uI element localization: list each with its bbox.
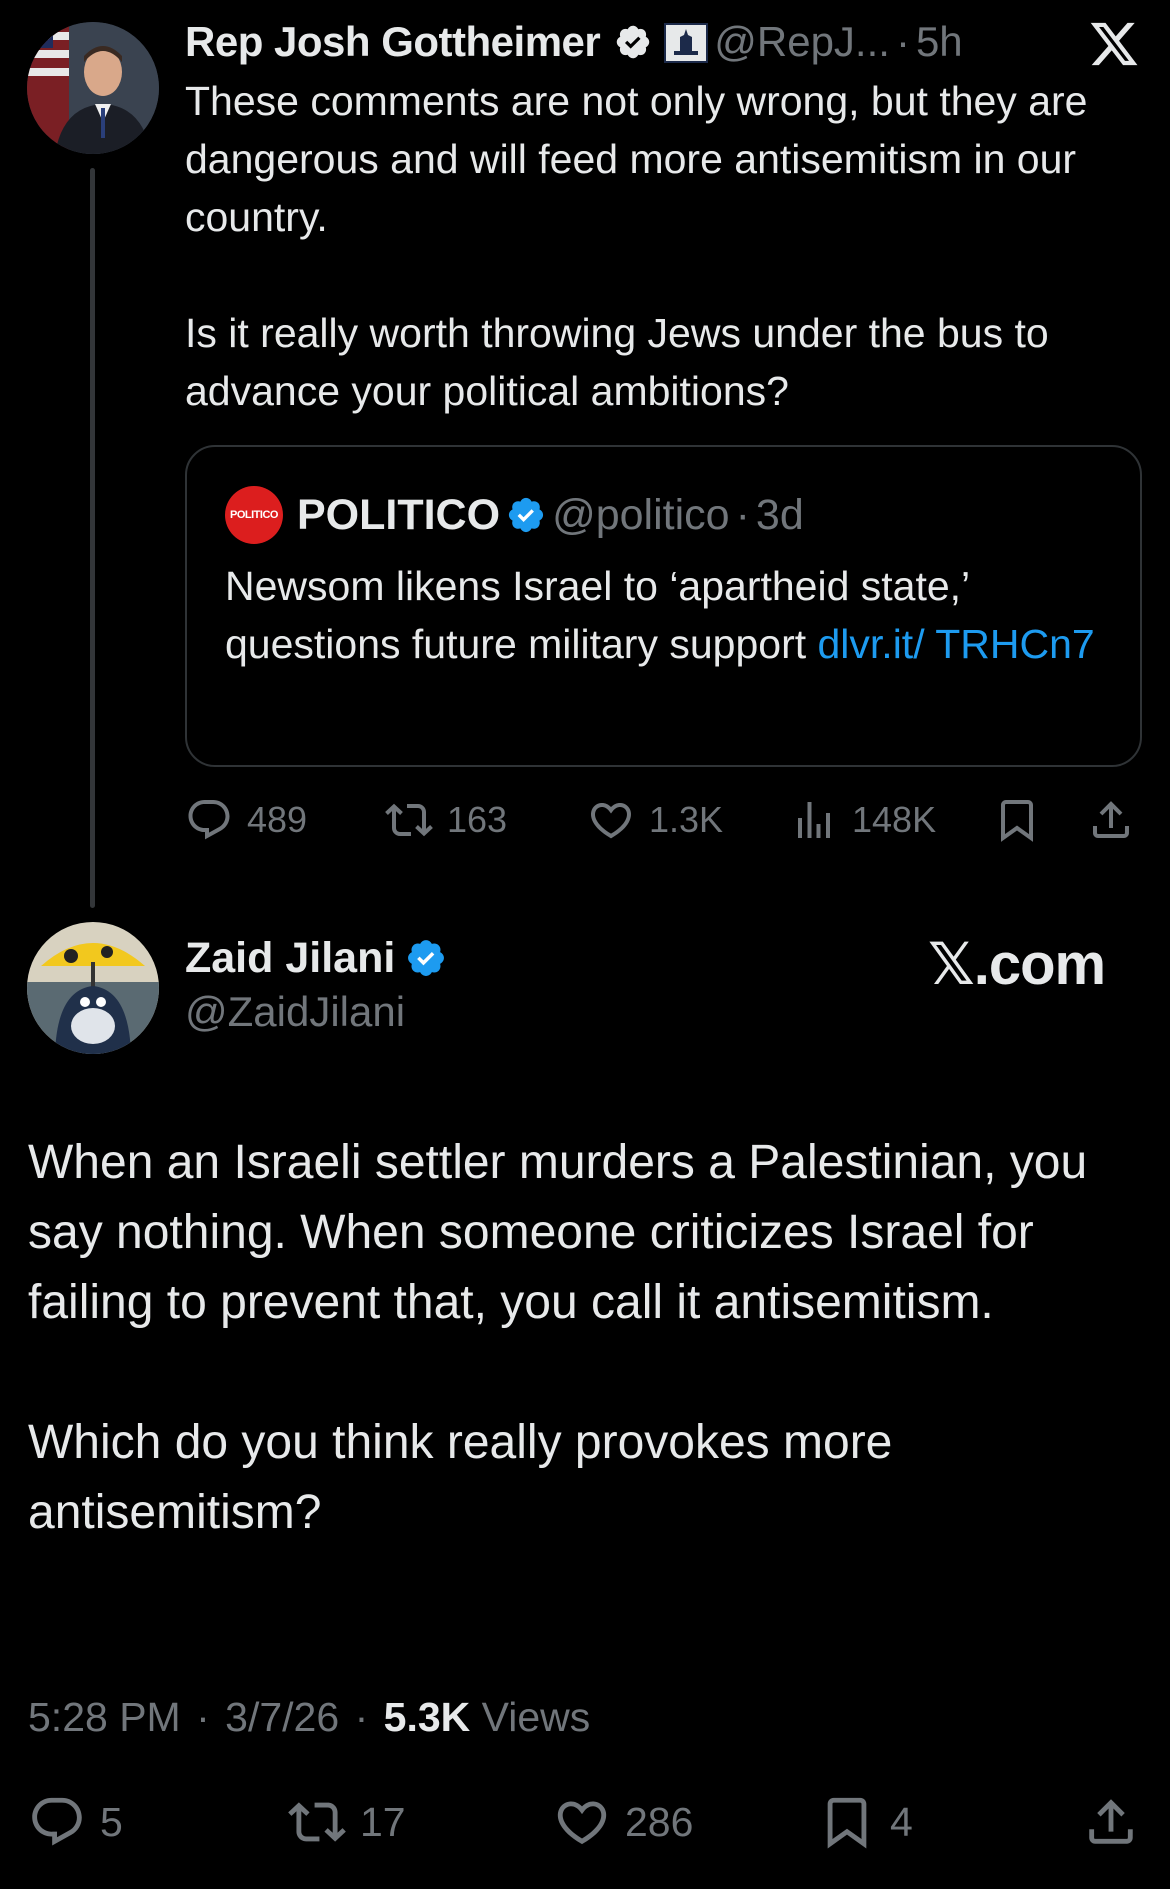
tweet1-action-bar: 489 163 1.3K 148K [185,792,1145,848]
share-icon [1089,1799,1133,1844]
quoted-tweet-card[interactable]: POLITICO POLITICO @politico · 3d Newsom … [185,445,1142,767]
tweet2-handle[interactable]: @ZaidJilani [185,988,405,1036]
like-button[interactable]: 1.3K [587,792,723,848]
capitol-badge-icon [664,23,709,63]
quoted-author-name[interactable]: POLITICO [297,491,500,540]
x-logo-icon[interactable] [1088,18,1140,70]
tweet2-date[interactable]: 3/7/26 [225,1694,339,1740]
share-button[interactable] [1087,792,1149,848]
quoted-tweet-text: Newsom likens Israel to ‘apartheid state… [225,557,1105,673]
repost-icon [288,1802,346,1842]
verified-icon [614,23,652,61]
quoted-tweet-header: POLITICO POLITICO @politico · 3d [225,486,804,544]
tweet2-meta: 5:28 PM · 3/7/26 · 5.3K Views [28,1694,590,1741]
reply-button[interactable]: 489 [185,792,307,848]
views-count: 148K [852,799,937,840]
tweet1-separator: · [895,18,910,65]
avatar-jilani[interactable] [27,922,159,1054]
tweet2-views-label: Views [481,1694,591,1740]
views-button[interactable]: 148K [790,792,936,848]
bookmark-count: 4 [890,1798,913,1845]
reply-button[interactable]: 5 [28,1790,123,1854]
like-button[interactable]: 286 [553,1790,693,1854]
tweet2-author-name[interactable]: Zaid Jilani [185,934,395,983]
repost-icon [385,803,433,837]
repost-button[interactable]: 163 [385,792,507,848]
tweet1-author-name[interactable]: Rep Josh Gottheimer [185,18,601,66]
bookmark-icon [1001,800,1033,842]
share-icon [1093,801,1129,838]
tweet1-paragraph-1: These comments are not only wrong, but t… [185,78,1088,240]
tweet1-time[interactable]: 5h [916,18,963,66]
x-com-watermark: 𝕏.com [928,932,1106,997]
reply-count: 5 [100,1798,123,1845]
quoted-separator: · [735,490,750,539]
quoted-handle[interactable]: @politico [552,491,730,540]
verified-icon [506,495,546,535]
reply-count: 489 [247,799,308,840]
tweet2-text: When an Israeli settler murders a Palest… [28,1128,1148,1548]
meta-separator: · [196,1694,210,1740]
thread-line [90,168,95,908]
bookmark-button[interactable] [993,792,1055,848]
tweet2-time[interactable]: 5:28 PM [28,1694,181,1740]
bookmark-icon [827,1797,867,1849]
tweet1-header: Rep Josh Gottheimer @RepJ... · 5h [185,14,963,70]
like-icon [557,1801,607,1845]
quoted-time[interactable]: 3d [756,491,804,540]
tweet2-paragraph-1: When an Israeli settler murders a Palest… [28,1136,1088,1329]
tweet1-text: These comments are not only wrong, but t… [185,72,1145,420]
tweet2-header: Zaid Jilani [185,930,453,986]
repost-button[interactable]: 17 [288,1790,406,1854]
like-count: 286 [625,1798,694,1845]
views-icon [798,802,830,838]
tweet2-paragraph-2: Which do you think really provokes more … [28,1416,893,1539]
like-count: 1.3K [649,799,724,840]
meta-separator: · [354,1694,369,1740]
share-button[interactable] [1082,1790,1154,1854]
verified-icon [405,937,447,979]
bookmark-button[interactable]: 4 [818,1790,913,1854]
tweet2-views-count[interactable]: 5.3K [384,1694,471,1740]
repost-count: 17 [360,1798,406,1845]
avatar-gottheimer[interactable] [27,22,159,154]
tweet1-paragraph-2: Is it really worth throwing Jews under t… [185,310,1049,414]
repost-count: 163 [447,799,508,840]
reply-icon [32,1797,82,1846]
reply-icon [188,800,230,840]
tweet2-action-bar: 5 17 286 4 [28,1790,1148,1854]
quoted-link[interactable]: dlvr.it/ TRHCn7 [818,621,1095,667]
politico-avatar[interactable]: POLITICO [225,486,283,544]
like-icon [590,803,632,839]
tweet1-handle[interactable]: @RepJ... [714,18,890,66]
